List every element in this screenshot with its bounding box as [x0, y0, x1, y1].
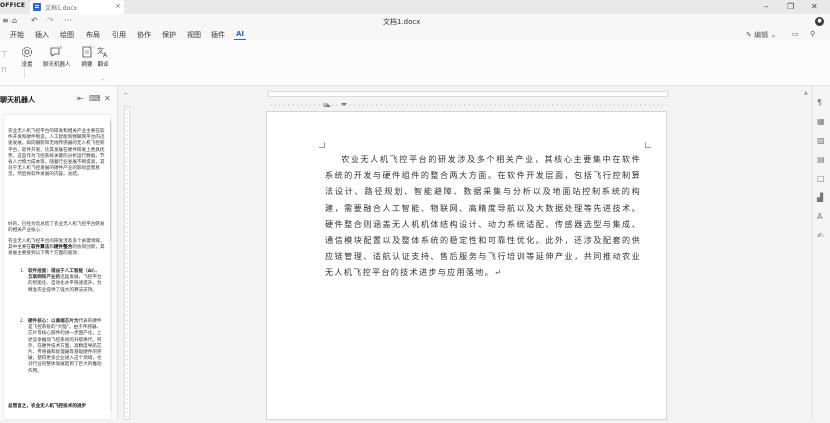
- shape-icon[interactable]: □: [817, 174, 825, 183]
- list-item: 软件层面：得益于人工智能（AI）、互联网和产业的迅猛发展，飞控平台的智能化、自动…: [28, 269, 102, 293]
- list-number-2: 2.: [20, 319, 25, 324]
- edit-mode-label: 编辑: [754, 31, 769, 39]
- paragraph-icon[interactable]: ¶: [817, 98, 822, 107]
- assistant-summary: 农业无人机飞控平台的研发涉及多个关键领域，其中主要在软件算法和硬件整合的协同创新…: [8, 239, 105, 257]
- restore-button[interactable]: ❐: [787, 1, 794, 13]
- settings-label: 设置: [21, 62, 33, 68]
- folder-icon[interactable]: ▭: [792, 30, 799, 38]
- menu-insert[interactable]: 插入: [35, 30, 49, 40]
- menu-references[interactable]: 引用: [112, 30, 126, 40]
- search-icon[interactable]: ⚲: [810, 30, 815, 38]
- translate-icon: 文 A: [97, 46, 108, 58]
- menu-view[interactable]: 视图: [187, 30, 201, 40]
- vertical-ruler[interactable]: [124, 106, 130, 420]
- user-message: 农业无人机飞控平台的研发和相关产业主要在软件开发和硬件制造。人工智能和物联网平台…: [8, 129, 105, 178]
- panel-scrollbar[interactable]: [110, 121, 111, 411]
- scroll-up-icon[interactable]: ▲: [804, 90, 808, 96]
- horizontal-ruler[interactable]: [268, 91, 668, 107]
- text-art-icon[interactable]: A: [817, 212, 822, 221]
- minimize-button[interactable]: –: [764, 1, 769, 13]
- document-body[interactable]: 农业无人机飞控平台的研发涉及多个相关产业，其核心主要集中在软件系统的开发与硬件组…: [325, 151, 641, 281]
- list-item: 硬件核心：以高端芯片为代表的硬件是飞控系统的"大脑"。由于传感器、芯片等核心部件…: [28, 319, 102, 374]
- document-icon: [33, 3, 41, 11]
- table-icon[interactable]: ▦: [817, 117, 825, 126]
- menu-icon[interactable]: ≡: [2, 16, 9, 25]
- menu-layout[interactable]: 布局: [86, 30, 100, 40]
- edit-mode-dropdown[interactable]: ✎ 编辑 ⌄: [746, 30, 776, 40]
- close-window-button[interactable]: ✕: [811, 1, 818, 13]
- chart-icon[interactable]: ▟: [817, 193, 823, 202]
- margin-mark: [645, 142, 651, 148]
- menu-plugins[interactable]: 插件: [211, 30, 225, 40]
- header-icon[interactable]: ▤: [817, 155, 825, 164]
- translate-dropdown-icon[interactable]: ⌄: [101, 76, 104, 81]
- right-sidebar: ¶ ▦ ▨ ▤ □ ▟ A ✍: [812, 86, 830, 420]
- signature-icon[interactable]: ✍: [817, 231, 824, 240]
- svg-text:A: A: [103, 52, 108, 58]
- image-icon[interactable]: ▨: [817, 136, 825, 145]
- chatbot-button[interactable]: 聊天机器人: [43, 46, 71, 68]
- chat-history[interactable]: 农业无人机飞控平台的研发和相关产业主要在软件开发和硬件制造。人工智能和物联网平台…: [3, 114, 112, 420]
- chatbot-label: 聊天机器人: [43, 62, 71, 68]
- document-tab-name: 文档1.docx: [45, 5, 78, 12]
- menu-draw[interactable]: 绘图: [60, 30, 74, 40]
- more-icon[interactable]: ···: [64, 16, 72, 25]
- document-tab[interactable]: 文档1.docx ×: [30, 0, 124, 14]
- document-scrollbar[interactable]: ▲: [804, 90, 809, 420]
- settings-button[interactable]: 设置: [14, 46, 40, 68]
- app-brand: OFFICE: [0, 2, 26, 9]
- redo-icon[interactable]: ↷: [47, 16, 54, 25]
- ruler-ticks: [270, 103, 668, 107]
- ribbon: ⊤ ⊓ 设置 聊天机器人 摘要 文 A 翻译 ⌄: [0, 40, 830, 86]
- list-number-1: 1.: [20, 269, 25, 274]
- menu-protect[interactable]: 保护: [162, 30, 176, 40]
- chatbot-icon: [50, 46, 62, 57]
- margin-mark: [319, 142, 325, 148]
- translate-button[interactable]: 文 A 翻译 ⌄: [89, 46, 117, 81]
- translate-label: 翻译: [97, 62, 109, 68]
- assistant-intro: 好的，已经为您总结了农业无人机飞控平台研发的相关产业核心：: [8, 222, 105, 234]
- pin-icon[interactable]: ⇤: [77, 94, 84, 103]
- settings-icon: [22, 47, 32, 57]
- title-bar: OFFICE 文档1.docx × – ❐ ✕: [0, 0, 830, 14]
- close-tab-icon[interactable]: ×: [115, 2, 121, 10]
- document-title: 文档1.docx: [383, 18, 421, 26]
- ribbon-collapsed-icon[interactable]: ⊤: [1, 50, 8, 59]
- panel-title: 聊天机器人: [0, 96, 35, 104]
- menu-bar: ≡ ⌂ ↶ ↷ ··· 文档1.docx ● 开始 插入 绘图 布局 引用 协作…: [0, 14, 830, 41]
- ruler-ticks: [126, 108, 128, 418]
- menu-collaborate[interactable]: 协作: [137, 30, 151, 40]
- menu-ai[interactable]: AI: [236, 30, 244, 38]
- chatbot-panel: 聊天机器人 ⇤ ⌨ ✕ 农业无人机飞控平台的研发和相关产业主要在软件开发和硬件制…: [0, 86, 118, 420]
- menu-home[interactable]: 开始: [10, 30, 24, 40]
- document-page[interactable]: 农业无人机飞控平台的研发涉及多个相关产业，其核心主要集中在软件系统的开发与硬件组…: [266, 111, 667, 420]
- user-avatar[interactable]: ●: [815, 17, 824, 26]
- ribbon-small-icon[interactable]: ⊓: [1, 66, 6, 74]
- keyboard-icon[interactable]: ⌨: [89, 94, 101, 103]
- close-icon[interactable]: ✕: [104, 94, 111, 103]
- ruler-corner[interactable]: ⌐: [124, 91, 130, 97]
- home-icon[interactable]: ⌂: [12, 16, 17, 25]
- undo-icon[interactable]: ↶: [31, 16, 38, 25]
- assistant-footer: 总而言之，农业无人机飞控技术的进步: [8, 404, 108, 411]
